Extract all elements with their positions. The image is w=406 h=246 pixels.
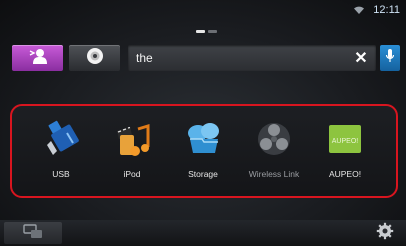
status-bar: 12:11 [353,3,400,17]
page-indicator [196,30,217,33]
disc-icon [86,47,104,70]
wireless-link-icon [253,118,295,160]
source-aupeo-label: AUPEO! [328,169,362,179]
wifi-icon [353,5,365,15]
aupeo-icon: AUPEO! [324,118,366,160]
source-storage-label: Storage [188,169,218,179]
source-storage[interactable]: Storage [172,118,234,194]
source-ipod[interactable]: iPod [101,118,163,194]
screen-mirror-button[interactable] [4,222,62,244]
voice-speak-icon [27,47,49,70]
source-usb-label: USB [52,169,70,179]
close-icon[interactable]: ✕ [350,48,372,68]
source-list: USB iPod Storage Wireless Link AUPEO! AU… [30,118,376,194]
search-input[interactable]: the ✕ [128,45,376,71]
microphone-button[interactable] [380,45,400,71]
source-wireless-link[interactable]: Wireless Link [243,118,305,194]
ipod-icon [111,118,153,160]
gear-icon [376,222,394,245]
bottom-bar [0,220,406,246]
source-aupeo[interactable]: AUPEO! AUPEO! [314,118,376,194]
disc-button[interactable] [69,45,120,71]
source-ipod-label: iPod [123,169,141,179]
search-input-value: the [136,51,153,65]
page-dot [208,30,217,33]
svg-text:AUPEO!: AUPEO! [332,138,359,145]
screen-mirror-icon [22,223,44,244]
settings-button[interactable] [374,222,396,245]
storage-icon [182,118,224,160]
usb-icon [40,118,82,160]
page-dot-active [196,30,205,33]
source-wireless-link-label: Wireless Link [248,169,300,179]
clock: 12:11 [373,4,400,16]
source-usb[interactable]: USB [30,118,92,194]
voice-search-button[interactable] [12,45,63,71]
microphone-icon [385,48,395,69]
